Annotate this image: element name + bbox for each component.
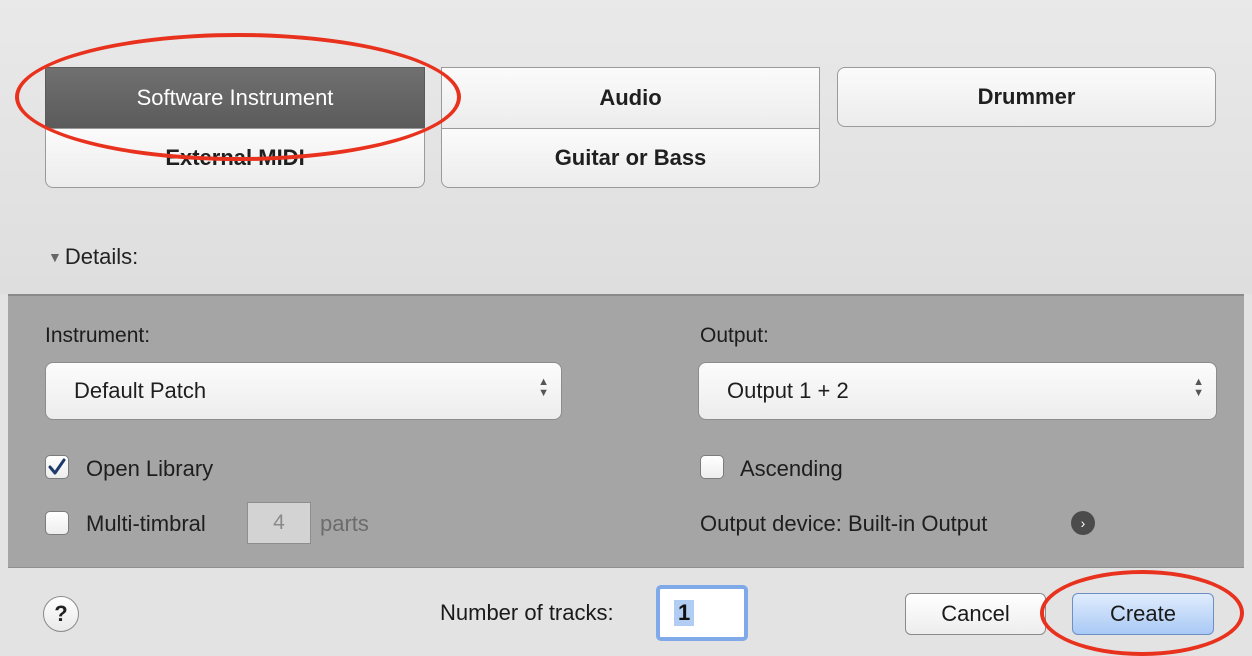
details-panel: Instrument: Default Patch ▲ ▼ Output: Out… [8,294,1244,568]
instrument-label: Instrument: [45,324,151,347]
output-label: Output: [700,324,769,347]
multi-timbral-checkbox[interactable] [45,511,69,535]
cancel-button[interactable]: Cancel [905,593,1046,635]
open-library-label: Open Library [86,456,214,481]
output-device-label: Output device: Built-in Output [700,511,988,536]
multi-timbral-label: Multi-timbral [86,511,206,536]
number-of-tracks-input[interactable]: 1 [656,585,748,641]
tracks-value: 1 [674,600,695,626]
ascending-checkbox[interactable] [700,455,724,479]
help-button[interactable]: ? [43,596,79,632]
instrument-select[interactable]: Default Patch ▲ ▼ [45,362,562,420]
output-select[interactable]: Output 1 + 2 ▲ ▼ [698,362,1217,420]
output-value: Output 1 + 2 [727,378,849,403]
checkmark-icon [48,458,66,475]
details-label: Details: [64,244,139,269]
drummer-button[interactable]: Drummer [837,67,1216,127]
software-instrument-button[interactable]: Software Instrument [45,67,425,129]
disclosure-triangle-icon: ▼ [48,249,62,265]
guitar-or-bass-button[interactable]: Guitar or Bass [441,128,820,188]
parts-label: parts [320,511,369,536]
parts-field[interactable]: 4 [247,502,311,544]
details-disclosure[interactable]: ▼ Details: [48,244,138,270]
instrument-value: Default Patch [74,378,207,403]
external-midi-button[interactable]: External MIDI [45,128,425,188]
open-library-checkbox[interactable] [45,455,69,479]
updown-arrows-icon: ▲ ▼ [538,376,549,399]
ascending-label: Ascending [740,456,843,481]
audio-button[interactable]: Audio [441,67,820,129]
updown-arrows-icon: ▲ ▼ [1193,376,1204,399]
arrow-right-circle-icon[interactable]: › [1071,511,1095,535]
create-button[interactable]: Create [1072,593,1214,635]
number-of-tracks-label: Number of tracks: [440,600,614,625]
